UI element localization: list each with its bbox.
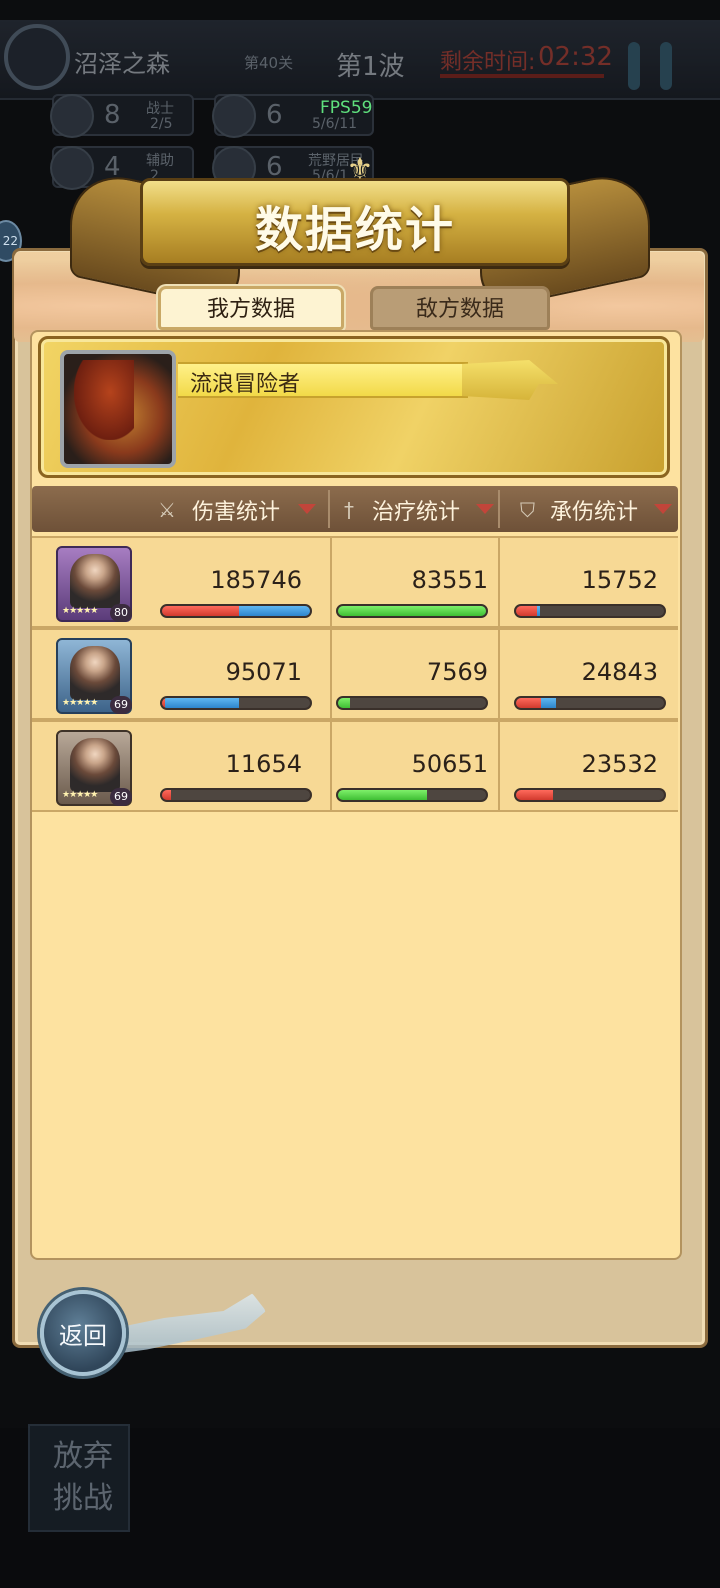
timer-label: 剩余时间: bbox=[440, 50, 536, 75]
cell-divider bbox=[330, 538, 332, 628]
unit-portrait bbox=[70, 554, 120, 608]
stat-bar bbox=[514, 696, 666, 710]
cell-divider bbox=[498, 538, 500, 628]
abandon-challenge-button[interactable]: 放弃挑战 bbox=[28, 1424, 130, 1532]
sort-arrow-icon[interactable] bbox=[476, 504, 494, 514]
stat-value-heal: 50651 bbox=[411, 750, 488, 778]
role-count: 8 bbox=[104, 100, 121, 130]
stat-value-taken: 24843 bbox=[581, 658, 658, 686]
unit-stars: ★★★★★ bbox=[62, 790, 98, 800]
stat-bar bbox=[336, 604, 488, 618]
bar-fill-green bbox=[338, 790, 427, 800]
bar-fill-blue bbox=[537, 606, 540, 616]
stat-bar bbox=[514, 788, 666, 802]
bar-fill-blue bbox=[541, 698, 556, 708]
bar-fill-blue bbox=[239, 606, 310, 616]
sword-icon: ⚔ bbox=[158, 498, 176, 522]
bar-fill-red bbox=[516, 790, 553, 800]
bar-fill-red bbox=[516, 698, 541, 708]
unit-level-badge: 80 bbox=[110, 604, 132, 622]
stat-bar bbox=[336, 788, 488, 802]
unit-card[interactable]: ★★★★★ 69 bbox=[56, 730, 132, 806]
bar-fill-green bbox=[338, 606, 486, 616]
stat-value-damage: 11654 bbox=[225, 750, 302, 778]
panel-title: 数据统计 bbox=[254, 202, 455, 258]
timer-bar bbox=[440, 74, 604, 78]
column-damage-taken[interactable]: 承伤统计 bbox=[550, 494, 638, 526]
unit-card[interactable]: ★★★★★ 69 bbox=[56, 638, 132, 714]
player-avatar[interactable] bbox=[4, 24, 70, 90]
stat-bar bbox=[160, 788, 312, 802]
unit-portrait bbox=[70, 738, 120, 792]
stat-value-taken: 23532 bbox=[581, 750, 658, 778]
role-progress: 5/6/11 bbox=[312, 116, 358, 132]
cross-icon: † bbox=[344, 498, 354, 522]
stat-value-taken: 15752 bbox=[581, 566, 658, 594]
stage-level: 第40关 bbox=[244, 54, 294, 72]
pillar-icon bbox=[212, 94, 256, 138]
sort-arrow-icon[interactable] bbox=[298, 504, 316, 514]
tab-enemy-data[interactable]: 敌方数据 bbox=[370, 286, 550, 330]
abandon-label: 放弃挑战 bbox=[53, 1439, 113, 1516]
bar-fill-red bbox=[516, 606, 537, 616]
sort-arrow-icon[interactable] bbox=[654, 504, 672, 514]
energy-gauge bbox=[628, 42, 640, 90]
cell-divider bbox=[498, 722, 500, 812]
cell-divider bbox=[330, 722, 332, 812]
bar-fill-red bbox=[162, 790, 171, 800]
bar-fill-green bbox=[338, 698, 350, 708]
unit-portrait bbox=[70, 646, 120, 700]
stat-value-heal: 83551 bbox=[411, 566, 488, 594]
stat-bar bbox=[336, 696, 488, 710]
lion-icon bbox=[74, 360, 134, 440]
unit-card[interactable]: ★★★★★ 80 bbox=[56, 546, 132, 622]
anchor-icon bbox=[50, 94, 94, 138]
unit-stars: ★★★★★ bbox=[62, 698, 98, 708]
role-name: 战士 bbox=[146, 101, 174, 117]
fleur-de-lis-icon: ⚜ bbox=[346, 152, 374, 187]
energy-gauge bbox=[660, 42, 672, 90]
stat-bar bbox=[514, 604, 666, 618]
stat-value-damage: 185746 bbox=[210, 566, 302, 594]
stage-name: 沼泽之森 bbox=[74, 50, 170, 78]
role-count: 6 bbox=[266, 100, 283, 130]
header-divider bbox=[498, 490, 500, 528]
table-row: ★★★★★ 69 11654 50651 23532 bbox=[32, 720, 678, 812]
header-divider bbox=[328, 490, 330, 528]
unit-level-badge: 69 bbox=[110, 788, 132, 806]
shield-icon: ⛉ bbox=[520, 498, 535, 522]
unit-level-badge: 69 bbox=[110, 696, 132, 714]
table-row: ★★★★★ 80 185746 83551 15752 bbox=[32, 536, 678, 628]
cell-divider bbox=[498, 630, 500, 720]
role-progress: 2/5 bbox=[150, 116, 173, 132]
cell-divider bbox=[330, 630, 332, 720]
bar-fill-red bbox=[162, 606, 239, 616]
bar-fill-blue bbox=[165, 698, 239, 708]
role-name: 辅助 bbox=[146, 153, 174, 169]
column-heal[interactable]: 治疗统计 bbox=[372, 494, 460, 526]
tab-our-data[interactable]: 我方数据 bbox=[158, 286, 344, 330]
unit-stars: ★★★★★ bbox=[62, 606, 98, 616]
stat-value-heal: 7569 bbox=[426, 658, 488, 686]
cross-icon bbox=[50, 146, 94, 190]
fps-counter: FPS59 bbox=[320, 98, 373, 118]
stat-bar bbox=[160, 696, 312, 710]
table-row: ★★★★★ 69 95071 7569 24843 bbox=[32, 628, 678, 720]
column-damage[interactable]: 伤害统计 bbox=[192, 494, 280, 526]
stat-value-damage: 95071 bbox=[225, 658, 302, 686]
hero-name: 流浪冒险者 bbox=[190, 372, 301, 397]
return-label: 返回 bbox=[59, 1322, 107, 1350]
role-synergy-warrior[interactable]: 8 战士 2/5 bbox=[50, 94, 194, 138]
wave-indicator: 第1波 bbox=[336, 52, 405, 82]
stat-bar bbox=[160, 604, 312, 618]
timer-value: 02:32 bbox=[538, 42, 613, 72]
